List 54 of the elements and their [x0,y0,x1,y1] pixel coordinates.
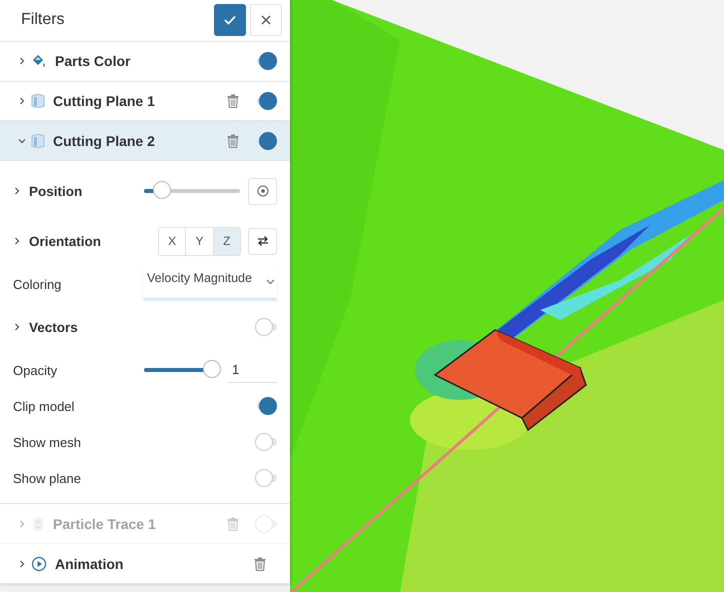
toggle-switch[interactable] [255,92,277,110]
chevron-icon[interactable] [18,136,26,145]
toggle-switch[interactable] [255,132,277,150]
toggle-switch[interactable] [255,397,277,416]
chevron-icon[interactable] [18,560,26,568]
toggle-switch[interactable] [255,318,277,336]
filter-name: Animation [55,556,124,572]
setting-label: Clip model [13,398,74,414]
filter-row[interactable]: Cutting Plane 2 [0,121,290,162]
slider[interactable] [143,361,221,380]
axis-tab[interactable]: X [159,228,186,255]
chevron-icon[interactable] [18,97,26,106]
coloring-dropdown[interactable]: Velocity Magnitude [143,269,277,300]
check-icon [223,14,237,26]
particle-icon [31,516,45,532]
trash-icon[interactable] [227,134,239,148]
target-icon [256,185,268,198]
paint-bucket-icon [31,53,47,70]
toggle-switch[interactable] [255,469,277,488]
close-button[interactable] [250,4,282,36]
chevron-icon[interactable] [13,187,21,196]
chevron-icon[interactable] [13,237,21,246]
filter-name: Particle Trace 1 [53,516,157,532]
setting-label: Show plane [13,470,81,486]
setting-label: Vectors [29,320,78,335]
trash-icon[interactable] [254,556,266,571]
apply-button[interactable] [214,4,246,36]
setting-label: Orientation [29,234,102,249]
setting-label: Coloring [13,276,62,292]
caret-icon [266,279,275,286]
filter-row[interactable]: Parts Color [0,42,290,82]
cylinder-icon [31,93,45,110]
setting-label: Show mesh [13,434,81,450]
play-icon [31,556,47,572]
toggle-switch[interactable] [255,52,277,70]
setting-label: Position [29,184,82,199]
filter-row[interactable]: Animation [0,544,290,584]
swap-button[interactable] [248,228,277,255]
axis-tab[interactable]: Z [214,228,240,255]
toggle-switch[interactable] [255,433,277,452]
close-icon [261,15,271,26]
target-button[interactable] [248,178,277,205]
trash-icon[interactable] [227,94,239,108]
filter-name: Cutting Plane 1 [53,93,156,110]
slider[interactable] [143,182,241,200]
cylinder-icon [31,132,45,149]
chevron-icon[interactable] [18,57,26,66]
chevron-icon[interactable] [13,323,21,332]
filter-name: Parts Color [55,53,132,70]
setting-label: Opacity [13,362,58,378]
swap-icon [256,235,268,248]
filter-name: Cutting Plane 2 [53,132,156,149]
panel-title: Filters [21,11,66,30]
value-field[interactable]: 1 [228,357,277,384]
